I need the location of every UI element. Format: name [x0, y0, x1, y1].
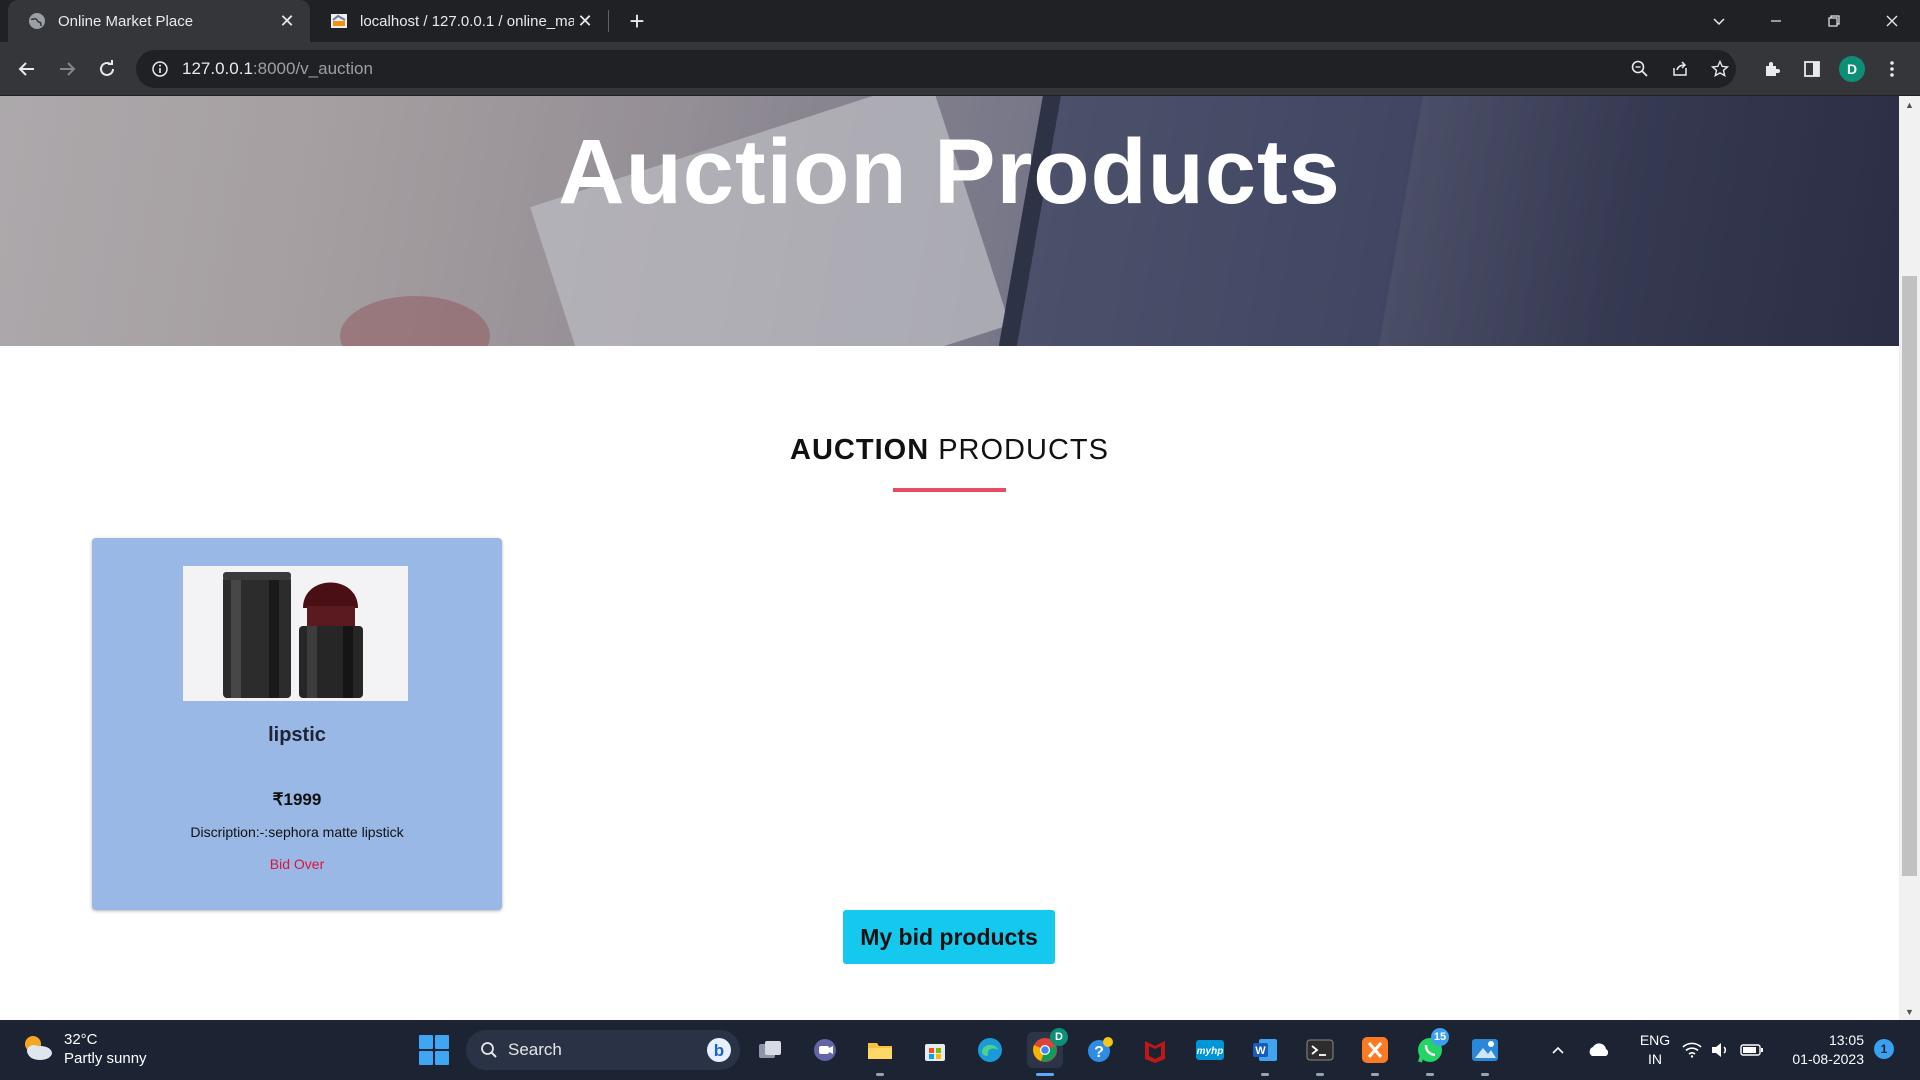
- hero-banner: Auction Products: [0, 96, 1899, 346]
- xampp-icon[interactable]: [1357, 1032, 1393, 1068]
- file-explorer-icon[interactable]: [862, 1032, 898, 1068]
- forward-button[interactable]: [51, 53, 83, 85]
- volume-icon[interactable]: [1708, 1020, 1732, 1080]
- product-price: ₹1999: [272, 790, 322, 809]
- edge-icon[interactable]: [972, 1032, 1008, 1068]
- whatsapp-unread-badge: 15: [1431, 1028, 1449, 1046]
- profile-avatar[interactable]: D: [1836, 53, 1868, 85]
- show-hidden-icons-chevron[interactable]: [1546, 1020, 1570, 1080]
- tab-divider: [608, 10, 609, 32]
- page-viewport: Auction Products AUCTION PRODUCTS lipsti…: [0, 96, 1920, 1020]
- weather-description: Partly sunny: [64, 1050, 147, 1067]
- search-icon: [480, 1041, 498, 1059]
- new-tab-button[interactable]: +: [622, 6, 652, 36]
- close-tab-icon[interactable]: ✕: [574, 10, 596, 32]
- product-name: lipstic: [268, 724, 326, 746]
- browser-toolbar: 127.0.0.1:8000/v_auction D: [0, 42, 1920, 96]
- site-info-icon[interactable]: [150, 59, 170, 79]
- wifi-icon[interactable]: [1680, 1020, 1704, 1080]
- help-icon[interactable]: ?: [1082, 1032, 1118, 1068]
- back-button[interactable]: [11, 53, 43, 85]
- windows-taskbar: 32°C Partly sunny Search b D ? myhp W 15…: [0, 1020, 1920, 1080]
- photos-icon[interactable]: [1467, 1032, 1503, 1068]
- share-icon[interactable]: [1670, 59, 1690, 79]
- page-scrollbar[interactable]: ▲ ▼: [1899, 96, 1920, 1020]
- bookmark-star-icon[interactable]: [1710, 59, 1730, 79]
- extensions-icon[interactable]: [1756, 53, 1788, 85]
- hero-title: Auction Products: [558, 121, 1341, 223]
- section-title-underline: [893, 488, 1006, 492]
- terminal-icon[interactable]: [1302, 1032, 1338, 1068]
- scrollbar-thumb[interactable]: [1902, 276, 1917, 876]
- tab-title: Online Market Place: [58, 12, 194, 30]
- globe-icon: [28, 12, 46, 30]
- minimize-button[interactable]: [1748, 0, 1804, 42]
- browser-menu-icon[interactable]: [1876, 53, 1908, 85]
- side-panel-icon[interactable]: [1796, 53, 1828, 85]
- restore-button[interactable]: [1806, 0, 1862, 42]
- section-title: AUCTION PRODUCTS: [790, 434, 1109, 466]
- mcafee-icon[interactable]: [1137, 1032, 1173, 1068]
- zoom-icon[interactable]: [1630, 59, 1650, 79]
- svg-text:?: ?: [1094, 1044, 1104, 1061]
- close-window-button[interactable]: [1864, 0, 1920, 42]
- weather-temperature: 32°C: [64, 1031, 98, 1048]
- system-clock[interactable]: 13:05 01-08-2023: [1774, 1031, 1864, 1069]
- search-label: Search: [508, 1040, 562, 1059]
- tab-phpmyadmin[interactable]: localhost / 127.0.0.1 / online_mar ✕: [310, 0, 608, 42]
- my-bid-products-button[interactable]: My bid products: [843, 910, 1055, 964]
- scroll-up-arrow[interactable]: ▲: [1899, 96, 1920, 113]
- svg-text:W: W: [1255, 1045, 1266, 1057]
- battery-icon[interactable]: [1738, 1020, 1766, 1080]
- partly-sunny-icon: [20, 1032, 54, 1067]
- phpmyadmin-icon: [330, 12, 348, 30]
- onedrive-icon[interactable]: [1584, 1020, 1614, 1080]
- reload-button[interactable]: [91, 53, 123, 85]
- bing-icon: b: [706, 1037, 732, 1063]
- product-card[interactable]: lipstic ₹1999 Discription:-:sephora matt…: [92, 538, 502, 910]
- start-button[interactable]: [419, 1035, 449, 1065]
- task-view-icon[interactable]: [752, 1032, 788, 1068]
- url-text: 127.0.0.1:8000/v_auction: [182, 59, 373, 78]
- tab-search-chevron-icon[interactable]: [1691, 0, 1747, 42]
- word-icon[interactable]: W: [1247, 1032, 1283, 1068]
- teams-chat-icon[interactable]: [807, 1032, 843, 1068]
- bid-status: Bid Over: [269, 856, 325, 872]
- lipstick-image: [183, 566, 408, 701]
- address-bar[interactable]: 127.0.0.1:8000/v_auction: [136, 50, 1736, 88]
- tab-title: localhost / 127.0.0.1 / online_mar: [360, 12, 574, 30]
- notification-badge[interactable]: 1: [1874, 1039, 1894, 1059]
- weather-widget[interactable]: 32°C Partly sunny: [20, 1030, 147, 1068]
- tab-online-market-place[interactable]: Online Market Place ✕: [8, 0, 310, 42]
- browser-tab-strip: Online Market Place ✕ localhost / 127.0.…: [0, 0, 1920, 42]
- svg-text:b: b: [714, 1041, 724, 1060]
- taskbar-search[interactable]: Search b: [466, 1030, 740, 1070]
- scroll-down-arrow[interactable]: ▼: [1899, 1003, 1920, 1020]
- product-description: Discription:-:sephora matte lipstick: [190, 824, 404, 840]
- language-indicator[interactable]: ENG IN: [1630, 1031, 1680, 1069]
- close-tab-icon[interactable]: ✕: [276, 10, 298, 32]
- microsoft-store-icon[interactable]: [917, 1032, 953, 1068]
- myhp-icon[interactable]: myhp: [1192, 1032, 1228, 1068]
- chrome-profile-badge: D: [1050, 1028, 1068, 1046]
- svg-text:myhp: myhp: [1197, 1046, 1224, 1057]
